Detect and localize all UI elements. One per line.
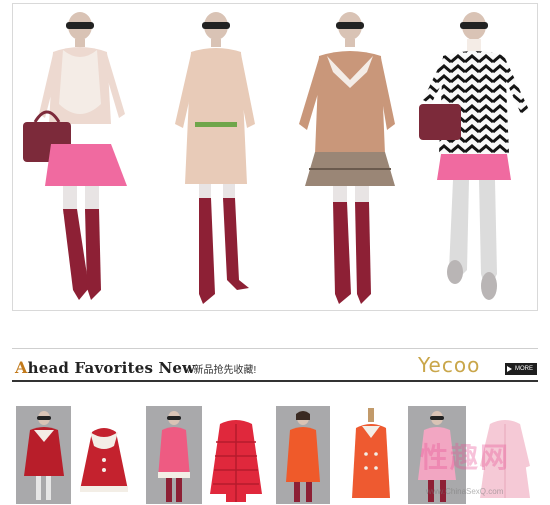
- model-pink-skirt-bag[interactable]: [15, 4, 145, 310]
- thumb-orange-coat-mannequin[interactable]: [342, 406, 400, 504]
- model-lace-dress[interactable]: [151, 4, 281, 310]
- thumb-orange-coat-model[interactable]: [276, 406, 330, 504]
- model-zigzag-sweater[interactable]: [409, 4, 539, 310]
- model-tiered-skirt[interactable]: [285, 4, 415, 310]
- header-top-rule: [12, 348, 538, 349]
- watermark-logo: 性趣网: [420, 441, 511, 474]
- hero-banner[interactable]: [12, 3, 538, 311]
- section-title-rest: head Favorites New: [27, 359, 196, 377]
- header-bottom-rule: [12, 380, 538, 382]
- section-subtitle-cn: / 新品抢先收藏!: [188, 365, 257, 376]
- section-title: Ahead Favorites New: [15, 358, 195, 377]
- thumb-pink-coat-model[interactable]: [146, 406, 202, 504]
- thumb-red-cape-model[interactable]: [16, 406, 71, 504]
- section-title-initial: A: [15, 358, 28, 377]
- section-header: Ahead Favorites New / 新品抢先收藏! Yecoo MORE: [12, 345, 538, 383]
- thumb-red-cape-product[interactable]: [74, 406, 134, 504]
- thumb-red-puffer-jacket[interactable]: [206, 406, 266, 504]
- more-button[interactable]: MORE: [505, 363, 537, 375]
- watermark-url: www.ChinaSexQ.com: [426, 487, 504, 496]
- brand-logo[interactable]: Yecoo: [418, 353, 480, 377]
